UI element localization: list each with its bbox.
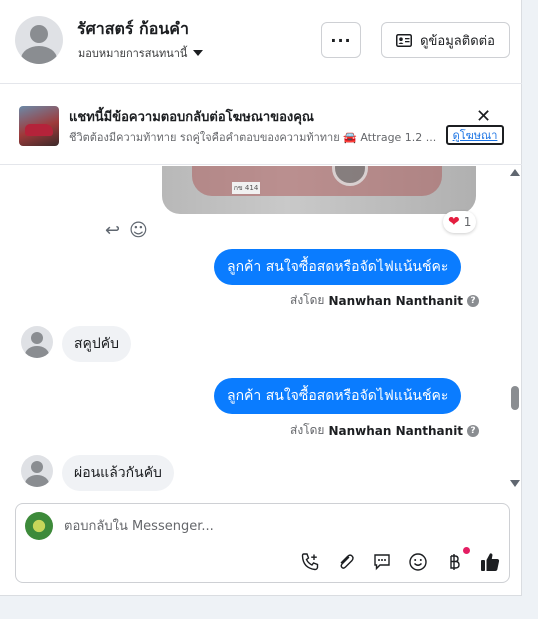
view-ad-link[interactable]: ดูโฆษณา: [446, 125, 504, 145]
baht-icon[interactable]: [442, 547, 470, 574]
contact-card-icon: [396, 33, 413, 47]
chat-bubble-icon[interactable]: [370, 550, 394, 574]
caret-down-icon: [193, 50, 204, 56]
help-icon[interactable]: ?: [467, 424, 480, 437]
view-contact-button[interactable]: ดูข้อมูลติดต่อ: [381, 22, 510, 58]
sent-by-prefix: ส่งโดย: [290, 423, 325, 437]
sender-name: Nanwhan Nanthanit: [328, 293, 464, 308]
scroll-down-arrow[interactable]: [510, 480, 520, 487]
heart-icon: ❤: [448, 214, 460, 230]
help-icon[interactable]: ?: [467, 294, 480, 307]
outgoing-message[interactable]: ลูกค้า สนใจซื้อสดหรือจัดไฟแน้นช์คะ: [214, 378, 462, 414]
sent-by-label: ส่งโดย Nanwhan Nanthanit ?: [290, 291, 480, 310]
view-contact-label: ดูข้อมูลติดต่อ: [420, 33, 495, 49]
conversation-header: รัศาสตร์ ก้อนคำ มอบหมายการสนทนานี้ ··· ด…: [0, 0, 522, 84]
reply-input[interactable]: [64, 516, 484, 536]
more-options-button[interactable]: ···: [321, 22, 361, 58]
image-message[interactable]: กข 414: [162, 166, 476, 214]
scrollbar-thumb[interactable]: [511, 386, 519, 410]
sender-name: Nanwhan Nanthanit: [328, 423, 464, 438]
assign-label: มอบหมายการสนทนานี้: [78, 47, 188, 60]
message-list: กข 414 ❤ 1 ↩ ☺ ลูกค้า สนใจซื้อสดหรือจัดไ…: [0, 166, 522, 491]
composer-toolbar: [298, 547, 502, 574]
contact-avatar[interactable]: [15, 16, 63, 64]
ad-description: ชีวิตต้องมีความท้าทาย รถคู่ใจคือคำตอบของ…: [69, 131, 437, 144]
reaction-count: 1: [463, 215, 472, 229]
contact-name[interactable]: รัศาสตร์ ก้อนคำ: [77, 17, 189, 42]
ad-reply-banner: แชทนี้มีข้อความตอบกลับต่อโฆษณาของคุณ ชีว…: [0, 85, 522, 165]
reply-icon[interactable]: ↩: [105, 220, 120, 241]
sent-by-prefix: ส่งโดย: [290, 293, 325, 307]
conversation-panel: รัศาสตร์ ก้อนคำ มอบหมายการสนทนานี้ ··· ด…: [0, 0, 522, 596]
page-avatar: [25, 512, 53, 540]
incoming-message[interactable]: สคูปคับ: [62, 326, 132, 362]
contact-avatar-small[interactable]: [21, 326, 53, 358]
smiley-icon[interactable]: [406, 550, 430, 574]
ad-banner-title: แชทนี้มีข้อความตอบกลับต่อโฆษณาของคุณ: [69, 110, 314, 125]
reply-composer: [15, 503, 510, 583]
outgoing-message[interactable]: ลูกค้า สนใจซื้อสดหรือจัดไฟแน้นช์คะ: [214, 249, 462, 285]
call-add-icon[interactable]: [298, 550, 322, 574]
ad-thumbnail: [19, 106, 59, 146]
license-plate: กข 414: [232, 182, 260, 194]
notification-dot: [463, 547, 470, 554]
assign-conversation-dropdown[interactable]: มอบหมายการสนทนานี้: [78, 44, 204, 62]
emoji-react-icon[interactable]: ☺: [129, 220, 148, 241]
thumbs-up-icon[interactable]: [478, 550, 502, 574]
scroll-up-arrow[interactable]: [510, 169, 520, 176]
incoming-message[interactable]: ผ่อนแล้วกันคับ: [62, 455, 174, 491]
contact-avatar-small[interactable]: [21, 455, 53, 487]
sent-by-label: ส่งโดย Nanwhan Nanthanit ?: [290, 421, 480, 440]
paperclip-icon[interactable]: [334, 550, 358, 574]
close-icon[interactable]: ✕: [476, 108, 491, 126]
reaction-badge[interactable]: ❤ 1: [443, 211, 477, 233]
